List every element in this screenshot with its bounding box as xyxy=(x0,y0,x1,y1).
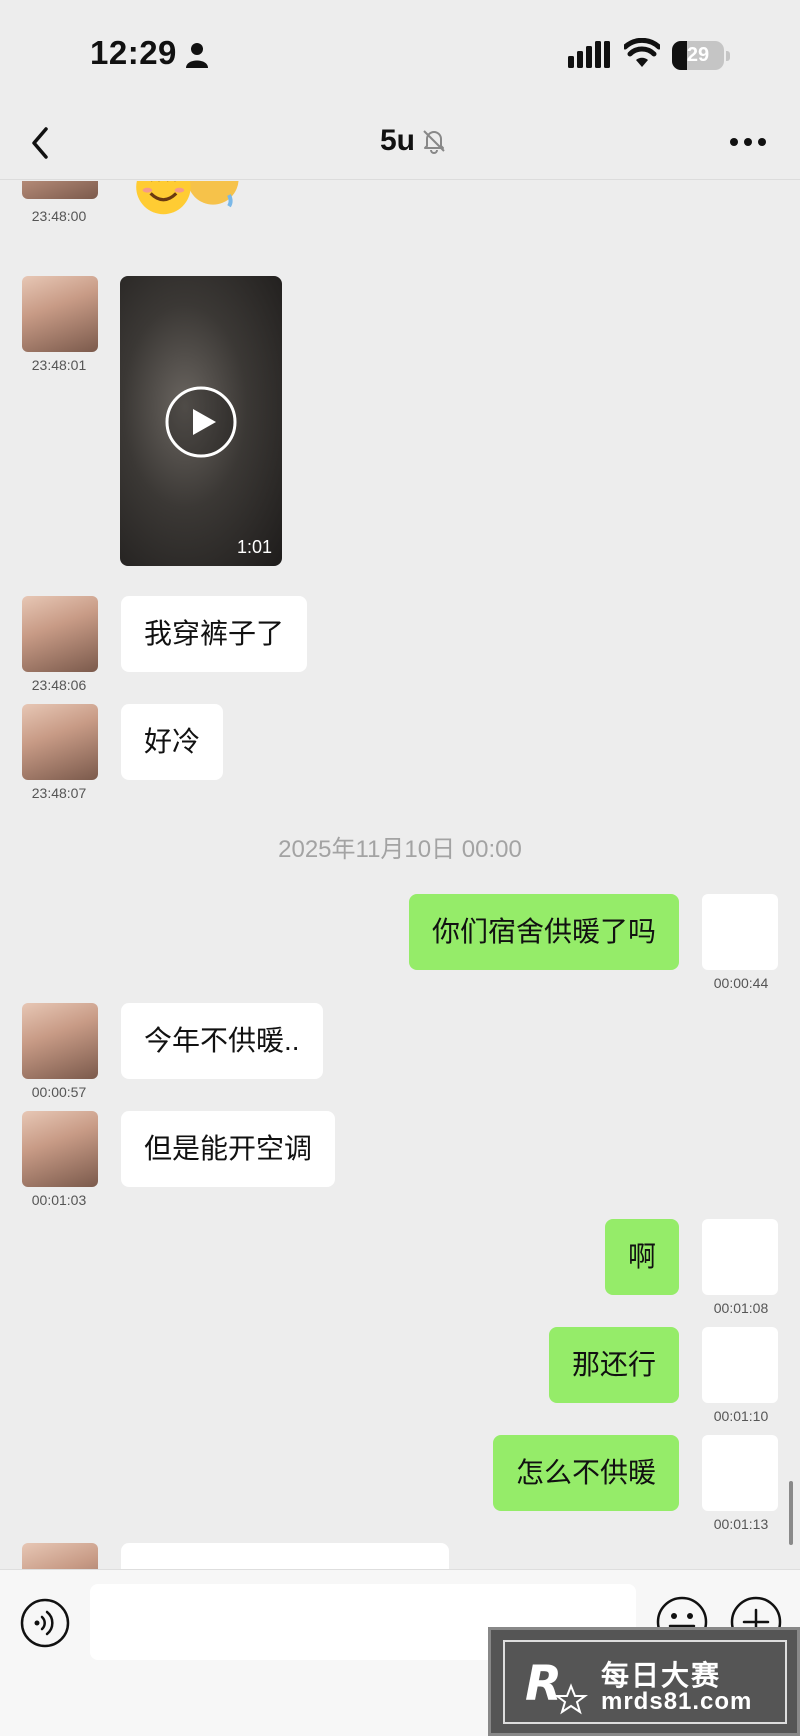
message-timestamp: 00:01:13 xyxy=(713,1516,769,1532)
message-bubble[interactable]: 好冷 xyxy=(121,704,224,780)
chat-title-group[interactable]: 5u xyxy=(380,121,447,161)
message-incoming[interactable]: 23:48:06 我穿裤子了 xyxy=(0,596,800,693)
status-bar: 12:29 29 xyxy=(0,0,800,105)
message-timestamp: 00:00:57 xyxy=(31,1084,87,1100)
message-bubble[interactable]: 怎么不供暖 xyxy=(492,1435,679,1511)
muted-bell-icon xyxy=(423,130,445,154)
message-incoming-video[interactable]: 23:48:01 1:01 xyxy=(0,276,800,566)
contact-avatar[interactable] xyxy=(22,1003,98,1079)
battery-indicator: 29 xyxy=(672,41,730,70)
more-options-icon[interactable] xyxy=(728,135,768,149)
message-bubble[interactable]: 那还行 xyxy=(548,1327,679,1403)
message-bubble[interactable]: 啊 xyxy=(604,1219,679,1295)
person-icon xyxy=(186,43,208,68)
contact-avatar[interactable] xyxy=(22,181,98,199)
message-bubble[interactable]: 但是能开空调 xyxy=(121,1111,336,1187)
my-avatar[interactable] xyxy=(702,894,778,970)
message-incoming[interactable]: 23:48:07 好冷 xyxy=(0,704,800,801)
message-outgoing[interactable]: 怎么不供暖 00:01:13 xyxy=(0,1435,800,1532)
watermark-url: mrds81.com xyxy=(601,1688,753,1715)
message-timestamp: 00:00:44 xyxy=(713,975,769,991)
contact-avatar[interactable] xyxy=(22,596,98,672)
watermark: R 每日大赛 mrds81.com xyxy=(488,1627,800,1736)
message-outgoing[interactable]: 你们宿舍供暖了吗 00:00:44 xyxy=(0,894,800,991)
chat-header: 5u xyxy=(0,105,800,180)
video-duration: 1:01 xyxy=(236,537,272,557)
message-timestamp: 23:48:06 xyxy=(31,677,87,693)
message-incoming[interactable]: 00:01:03 但是能开空调 xyxy=(0,1111,800,1208)
scroll-indicator[interactable] xyxy=(789,1481,793,1545)
my-avatar[interactable] xyxy=(702,1327,778,1403)
message-bubble[interactable]: 今年不供暖.. xyxy=(121,1003,323,1079)
message-incoming-partial[interactable] xyxy=(0,1543,800,1569)
message-incoming[interactable]: 00:00:57 今年不供暖.. xyxy=(0,1003,800,1100)
message-incoming-sticker[interactable]: 23:48:00 xyxy=(0,181,800,224)
message-outgoing[interactable]: 那还行 00:01:10 xyxy=(0,1327,800,1424)
message-outgoing[interactable]: 啊 00:01:08 xyxy=(0,1219,800,1316)
message-timestamp: 23:48:01 xyxy=(31,357,87,373)
message-timestamp: 23:48:07 xyxy=(31,785,87,801)
back-chevron-icon[interactable] xyxy=(24,123,56,163)
my-avatar[interactable] xyxy=(702,1219,778,1295)
status-time: 12:29 xyxy=(90,34,177,71)
message-timestamp: 00:01:10 xyxy=(713,1408,769,1424)
video-thumbnail[interactable]: 1:01 xyxy=(120,276,282,566)
voice-input-icon[interactable] xyxy=(20,1598,70,1648)
my-avatar[interactable] xyxy=(702,1435,778,1511)
message-bubble[interactable]: 我穿裤子了 xyxy=(121,596,308,672)
watermark-logo-icon: R xyxy=(525,1656,588,1715)
svg-text:R: R xyxy=(525,1656,562,1712)
cellular-signal-icon xyxy=(568,41,610,68)
message-timestamp: 00:01:08 xyxy=(713,1300,769,1316)
contact-avatar[interactable] xyxy=(22,1543,98,1569)
message-timestamp: 00:01:03 xyxy=(31,1192,87,1208)
message-bubble[interactable] xyxy=(121,1543,449,1569)
chat-title: 5u xyxy=(380,124,416,157)
contact-avatar[interactable] xyxy=(22,704,98,780)
smiling-emoji-sticker-icon[interactable] xyxy=(118,181,268,219)
message-bubble[interactable]: 你们宿舍供暖了吗 xyxy=(408,894,679,970)
contact-avatar[interactable] xyxy=(22,1111,98,1187)
contact-avatar[interactable] xyxy=(22,276,98,352)
wifi-icon xyxy=(624,38,660,67)
play-icon[interactable] xyxy=(164,385,238,459)
date-divider: 2025年11月10日 00:00 xyxy=(278,836,522,863)
message-timestamp: 23:48:00 xyxy=(31,208,87,224)
battery-percent: 29 xyxy=(686,44,710,66)
message-list[interactable]: 23:48:00 23:48:01 1:01 23:48:06 我穿裤子了 23… xyxy=(0,181,800,1569)
